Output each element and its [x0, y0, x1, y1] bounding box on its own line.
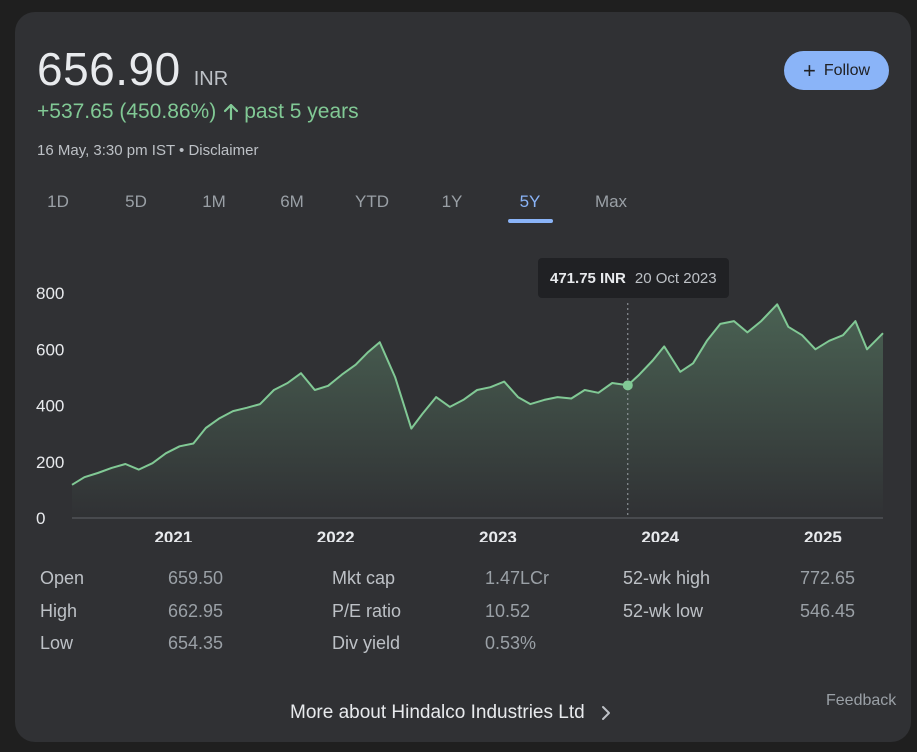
price-change-row: +537.65 (450.86%) past 5 years: [37, 100, 359, 124]
stat-value-mkt-cap: 1.47LCr: [485, 568, 550, 588]
change-period: past 5 years: [244, 100, 359, 123]
feedback-link[interactable]: Feedback: [826, 692, 896, 710]
y-tick-label: 0: [36, 509, 45, 528]
tab-5d[interactable]: 5D: [125, 192, 147, 212]
y-tick-label: 400: [36, 397, 64, 416]
tooltip-value: 471.75 INR: [550, 269, 626, 287]
stat-value-pe-ratio: 10.52: [485, 601, 531, 621]
stat-label-pe-ratio: P/E ratio: [332, 601, 402, 621]
more-about-link[interactable]: More about Hindalco Industries Ltd: [290, 702, 611, 724]
price-chart[interactable]: 0 200 400 600 800 2021 2022 2023 2024 2025: [15, 262, 911, 542]
price-row: 656.90 INR: [37, 42, 228, 96]
x-tick-label: 2022: [317, 528, 355, 542]
stat-value-low: 654.35: [168, 633, 224, 653]
timestamp: 16 May, 3:30 pm IST: [37, 142, 175, 159]
timestamp-row: 16 May, 3:30 pm IST • Disclaimer: [37, 142, 258, 159]
current-price: 656.90: [37, 43, 181, 95]
tab-1m[interactable]: 1M: [202, 192, 226, 212]
price-area: [72, 304, 883, 518]
tab-6m[interactable]: 6M: [280, 192, 304, 212]
x-tick-label: 2021: [154, 528, 192, 542]
disclaimer-link[interactable]: Disclaimer: [188, 142, 258, 159]
tab-5y[interactable]: 5Y: [520, 192, 541, 212]
plus-icon: +: [802, 57, 816, 83]
active-tab-indicator: [508, 219, 553, 223]
stat-value-52wk-high: 772.65: [800, 568, 856, 588]
y-tick-label: 600: [36, 340, 64, 359]
stat-label-52wk-high: 52-wk high: [623, 568, 711, 588]
tab-1d[interactable]: 1D: [47, 192, 69, 212]
follow-label: Follow: [823, 61, 871, 79]
x-tick-label: 2023: [479, 528, 517, 542]
stat-value-52wk-low: 546.45: [800, 601, 856, 621]
stat-label-52wk-low: 52-wk low: [623, 601, 704, 621]
x-tick-label: 2024: [641, 528, 679, 542]
separator-dot: •: [174, 142, 189, 159]
stat-label-mkt-cap: Mkt cap: [332, 568, 396, 588]
stat-value-open: 659.50: [168, 568, 224, 588]
stock-card: 656.90 INR +537.65 (450.86%) past 5 year…: [15, 12, 911, 742]
tooltip-date: 20 Oct 2023: [634, 269, 717, 287]
tab-1y[interactable]: 1Y: [442, 192, 463, 212]
stat-value-high: 662.95: [168, 601, 224, 621]
tab-max[interactable]: Max: [595, 192, 627, 212]
x-axis: 2021 2022 2023 2024 2025: [72, 517, 883, 542]
y-tick-label: 800: [36, 284, 64, 303]
y-tick-label: 200: [36, 453, 64, 472]
y-axis: 0 200 400 600 800: [36, 284, 64, 528]
stat-value-div-yield: 0.53%: [485, 633, 537, 653]
chart-tooltip: 471.75 INR 20 Oct 2023: [538, 258, 729, 298]
follow-button[interactable]: + Follow: [784, 51, 889, 90]
price-change: +537.65 (450.86%): [37, 100, 217, 123]
x-tick-label: 2025: [804, 528, 842, 542]
range-tabs: 1D 5D 1M 6M YTD 1Y 5Y Max: [15, 188, 675, 228]
stat-label-div-yield: Div yield: [332, 633, 401, 653]
currency-label: INR: [193, 68, 229, 90]
stat-label-low: Low: [40, 633, 74, 653]
chevron-right-icon: [601, 706, 610, 720]
highlight-point: [622, 380, 633, 391]
stat-label-open: Open: [40, 568, 85, 588]
tab-ytd[interactable]: YTD: [355, 192, 389, 212]
more-about-label: More about Hindalco Industries Ltd: [290, 702, 585, 723]
stat-label-high: High: [40, 601, 78, 621]
arrow-up-icon: [224, 104, 239, 120]
